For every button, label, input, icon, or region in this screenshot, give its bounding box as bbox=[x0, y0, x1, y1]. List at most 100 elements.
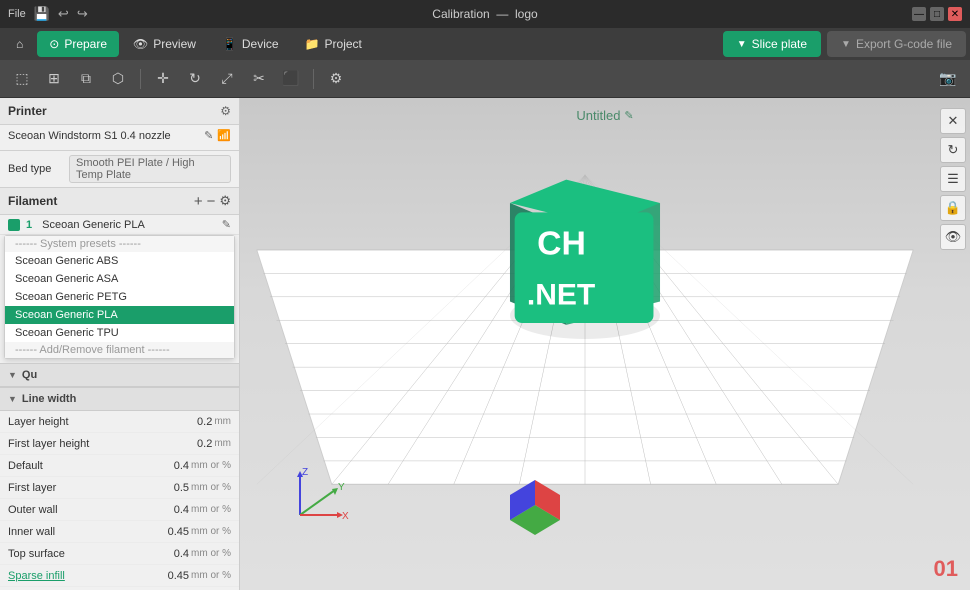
filament-option-asa[interactable]: Sceoan Generic ASA bbox=[5, 270, 234, 288]
refresh-viewport-button[interactable]: ↻ bbox=[940, 137, 966, 163]
linewidth-row-2: Outer wall 0.4 mm or % bbox=[0, 499, 239, 521]
slice-plate-button[interactable]: ▼ Slice plate bbox=[723, 31, 821, 57]
undo-icon[interactable]: ↩ bbox=[58, 6, 69, 22]
left-panel: Printer ⚙ Sceoan Windstorm S1 0.4 nozzle… bbox=[0, 98, 240, 590]
close-button[interactable]: ✕ bbox=[948, 7, 962, 21]
rotate-button[interactable]: ↻ bbox=[181, 65, 209, 93]
first-layer-height-row: First layer height 0.2 mm bbox=[0, 433, 239, 455]
minimize-button[interactable]: — bbox=[912, 7, 926, 21]
svg-text:CH: CH bbox=[537, 225, 586, 263]
export-dropdown-arrow: ▼ bbox=[841, 39, 851, 50]
file-menu[interactable]: File bbox=[8, 8, 26, 20]
nav-bar: ⌂ ⊙ Prepare 👁 Preview 📱 Device 📁 Project… bbox=[0, 28, 970, 60]
printer-settings-icon[interactable]: ⚙ bbox=[220, 104, 231, 118]
svg-text:.NET: .NET bbox=[527, 278, 595, 311]
quality-label: Qu bbox=[22, 369, 37, 381]
add-filament-button[interactable]: + bbox=[194, 194, 203, 209]
layers-viewport-button[interactable]: ☰ bbox=[940, 166, 966, 192]
lw-label-4: Top surface bbox=[8, 548, 159, 560]
home-icon: ⌂ bbox=[16, 37, 23, 51]
lw-label-2: Outer wall bbox=[8, 504, 159, 516]
visibility-viewport-button[interactable]: 👁 bbox=[940, 224, 966, 250]
bed-type-label: Bed type bbox=[8, 163, 63, 175]
title-bar: File 💾 ↩ ↪ Calibration — logo — □ ✕ bbox=[0, 0, 970, 28]
maximize-button[interactable]: □ bbox=[930, 7, 944, 21]
tab-preview[interactable]: 👁 Preview bbox=[121, 31, 208, 57]
home-button[interactable]: ⌂ bbox=[4, 31, 35, 57]
svg-text:Z: Z bbox=[302, 467, 308, 478]
linewidth-row-0: Default 0.4 mm or % bbox=[0, 455, 239, 477]
tab-device[interactable]: 📱 Device bbox=[210, 31, 291, 57]
add-remove-separator: ------ Add/Remove filament ------ bbox=[5, 342, 234, 358]
printer-action-icons: ✎ 📶 bbox=[204, 129, 231, 142]
printer-section-title: Printer bbox=[8, 104, 47, 118]
lw-label-1: First layer bbox=[8, 482, 159, 494]
settings-button[interactable]: ⚙ bbox=[322, 65, 350, 93]
filament-index: 1 bbox=[26, 219, 32, 231]
quality-section-title[interactable]: ▼ Qu bbox=[0, 363, 239, 387]
filament-section-header: Filament + − ⚙ bbox=[0, 188, 239, 215]
printer-name-row: Sceoan Windstorm S1 0.4 nozzle ✎ 📶 bbox=[8, 129, 231, 142]
slice-dropdown-arrow: ▼ bbox=[737, 39, 747, 50]
cube-widget-svg[interactable] bbox=[500, 470, 570, 540]
orient-button[interactable]: ⬡ bbox=[104, 65, 132, 93]
printer-wifi-icon[interactable]: 📶 bbox=[217, 129, 231, 142]
tab-project[interactable]: 📁 Project bbox=[293, 31, 374, 57]
export-gcode-button[interactable]: ▼ Export G-code file bbox=[827, 31, 966, 57]
lw-label-0: Default bbox=[8, 460, 159, 472]
linewidth-section-title[interactable]: ▼ Line width bbox=[0, 387, 239, 411]
filament-option-abs[interactable]: Sceoan Generic ABS bbox=[5, 252, 234, 270]
svg-text:X: X bbox=[342, 511, 349, 522]
layer-height-unit: mm bbox=[214, 416, 231, 427]
lw-unit-3: mm or % bbox=[191, 526, 231, 537]
lw-value-0: 0.4 bbox=[159, 460, 189, 472]
lw-label-3: Inner wall bbox=[8, 526, 159, 538]
grid-button[interactable]: ⊞ bbox=[40, 65, 68, 93]
svg-text:Y: Y bbox=[338, 482, 345, 493]
filament-item-1: 1 Sceoan Generic PLA ✎ bbox=[0, 215, 239, 235]
arrange-button[interactable]: ⧉ bbox=[72, 65, 100, 93]
printer-section-header: Printer ⚙ bbox=[0, 98, 239, 125]
scale-button[interactable]: ⤢ bbox=[213, 65, 241, 93]
model-edit-icon[interactable]: ✎ bbox=[624, 109, 633, 122]
viewport: Untitled ✎ bbox=[240, 98, 970, 590]
linewidth-rows: Default 0.4 mm or % First layer 0.5 mm or… bbox=[0, 455, 239, 590]
lock-viewport-button[interactable]: 🔒 bbox=[940, 195, 966, 221]
close-viewport-button[interactable]: ✕ bbox=[940, 108, 966, 134]
save-icon[interactable]: 💾 bbox=[34, 6, 50, 22]
printer-edit-icon[interactable]: ✎ bbox=[204, 129, 213, 142]
lw-value-3: 0.45 bbox=[159, 526, 189, 538]
linewidth-row-4: Top surface 0.4 mm or % bbox=[0, 543, 239, 565]
cut-button[interactable]: ✂ bbox=[245, 65, 273, 93]
first-layer-height-value: 0.2 bbox=[182, 438, 212, 450]
linewidth-label: Line width bbox=[22, 393, 76, 405]
window-title: Calibration — logo bbox=[432, 7, 537, 21]
move-button[interactable]: ✛ bbox=[149, 65, 177, 93]
remove-filament-button[interactable]: − bbox=[207, 194, 216, 209]
toolbar: ⬚ ⊞ ⧉ ⬡ ✛ ↻ ⤢ ✂ ⬛ ⚙ 📷 bbox=[0, 60, 970, 98]
layer-height-value: 0.2 bbox=[182, 416, 212, 428]
linewidth-row-3: Inner wall 0.45 mm or % bbox=[0, 521, 239, 543]
lw-value-2: 0.4 bbox=[159, 504, 189, 516]
filament-dropdown: ------ System presets ------ Sceoan Gene… bbox=[4, 235, 235, 359]
camera-button[interactable]: 📷 bbox=[934, 65, 962, 93]
filament-option-tpu[interactable]: Sceoan Generic TPU bbox=[5, 324, 234, 342]
filament-option-pla[interactable]: Sceoan Generic PLA bbox=[5, 306, 234, 324]
redo-icon[interactable]: ↪ bbox=[77, 6, 88, 22]
filament-option-petg[interactable]: Sceoan Generic PETG bbox=[5, 288, 234, 306]
filament-name: Sceoan Generic PLA bbox=[42, 219, 216, 231]
filament-settings-icon[interactable]: ⚙ bbox=[219, 193, 231, 209]
filament-edit-icon[interactable]: ✎ bbox=[222, 218, 231, 231]
lw-value-5: 0.45 bbox=[159, 570, 189, 582]
add-object-button[interactable]: ⬚ bbox=[8, 65, 36, 93]
support-button[interactable]: ⬛ bbox=[277, 65, 305, 93]
first-layer-height-unit: mm bbox=[214, 438, 231, 449]
tab-prepare[interactable]: ⊙ Prepare bbox=[37, 31, 119, 57]
model-label: Untitled bbox=[576, 108, 620, 123]
lw-value-1: 0.5 bbox=[159, 482, 189, 494]
title-bar-left: File 💾 ↩ ↪ bbox=[8, 6, 88, 22]
linewidth-collapse-icon: ▼ bbox=[8, 394, 17, 404]
filament-color-swatch[interactable] bbox=[8, 219, 20, 231]
lw-unit-4: mm or % bbox=[191, 548, 231, 559]
toolbar-sep-2 bbox=[313, 69, 314, 89]
